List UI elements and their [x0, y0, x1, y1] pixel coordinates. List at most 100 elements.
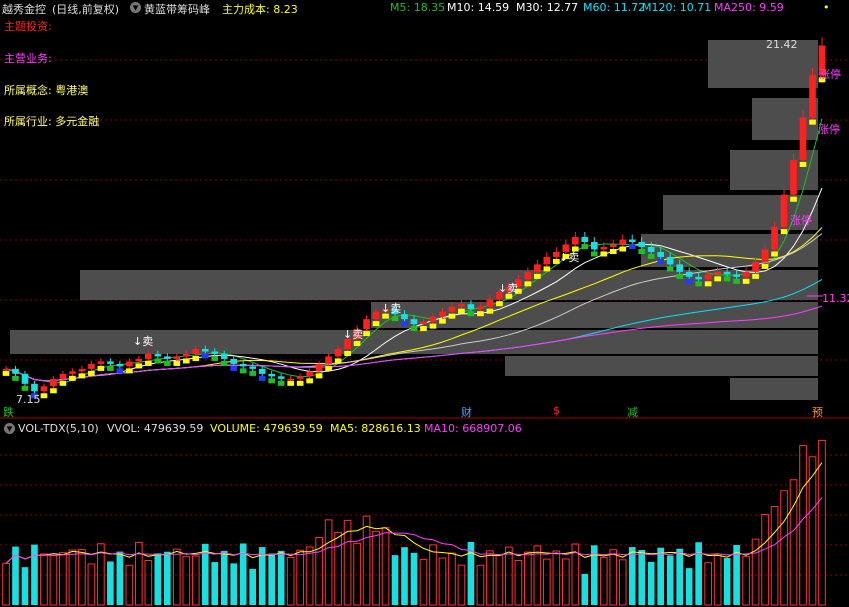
trend-band-segment	[145, 360, 152, 366]
candle-body	[59, 373, 67, 379]
candle-body	[628, 239, 636, 243]
volume-bar	[476, 564, 485, 606]
candle-body	[619, 239, 627, 245]
candle-body	[249, 366, 257, 369]
chip-peaks	[10, 40, 818, 400]
event-marker-dollar[interactable]: $	[553, 404, 560, 417]
trend-band-segment	[306, 378, 313, 384]
candle-body	[714, 271, 721, 275]
candle-body	[581, 237, 589, 243]
trend-band-segment	[458, 308, 465, 314]
main-business-label[interactable]: 主营业务:	[4, 50, 52, 66]
volume-bar	[552, 550, 561, 606]
trend-band-segment	[685, 278, 693, 284]
volume-bar	[685, 568, 693, 605]
event-marker-reduce[interactable]: 减	[627, 404, 638, 420]
trend-band-segment	[116, 368, 124, 374]
trend-band-segment	[609, 248, 617, 254]
volume-bar	[286, 556, 295, 606]
volume-bar	[2, 562, 10, 606]
candle-body	[647, 246, 655, 252]
candle-body	[676, 264, 683, 272]
sell-signal: ↓卖	[133, 335, 154, 348]
trend-band-segment	[401, 321, 408, 327]
candle-body	[477, 306, 484, 310]
trend-band-segment	[211, 355, 219, 361]
candle-body	[372, 311, 380, 320]
volume-settings-icon[interactable]: ▾	[4, 423, 15, 434]
trend-band-segment	[429, 323, 437, 329]
trend-band-segment	[742, 278, 750, 284]
trend-band-segment	[543, 266, 551, 272]
trend-band-segment	[676, 273, 683, 279]
volume-bar	[277, 550, 285, 605]
trend-band-segment	[268, 378, 275, 384]
theme-investment-label[interactable]: 主题投资:	[4, 18, 52, 34]
candle-body	[88, 363, 95, 369]
trend-band-segment	[790, 196, 797, 202]
trend-band-segment	[97, 365, 105, 371]
event-marker-forecast[interactable]: 预	[812, 404, 823, 420]
event-marker-finance[interactable]: 财	[461, 404, 472, 420]
volume-bar	[742, 556, 750, 606]
candle-body	[325, 356, 332, 364]
volume-bar	[789, 479, 798, 606]
candle-body	[401, 314, 408, 320]
trend-band-segment	[714, 276, 721, 282]
trend-band-segment	[590, 251, 598, 257]
trend-band-segment	[88, 370, 95, 376]
trend-band-segment	[287, 380, 294, 386]
trend-band-segment	[723, 276, 731, 282]
candle-body	[334, 348, 342, 357]
candle-body	[439, 311, 446, 317]
candle-body	[410, 319, 418, 325]
trend-band-segment	[695, 281, 702, 287]
trend-band-segment	[277, 380, 285, 386]
volume-indicator-name[interactable]: VOL-TDX(5,10)	[18, 422, 99, 435]
volume-bar	[59, 552, 67, 606]
volume-bar	[268, 553, 275, 605]
candle-body	[733, 274, 740, 277]
volume-bar	[182, 556, 191, 606]
trend-band-segment	[752, 273, 759, 279]
trend-band-segment	[410, 326, 418, 332]
volume-bar	[666, 555, 674, 605]
trend-band-segment	[467, 311, 475, 317]
trend-band-segment	[325, 365, 332, 371]
trend-band-segment	[239, 368, 247, 374]
trend-band-segment	[581, 244, 589, 250]
candle-body	[666, 256, 674, 265]
trend-band-segment	[182, 358, 190, 364]
volume-bar	[68, 549, 77, 606]
volume-bar	[305, 546, 314, 606]
candle-body	[448, 306, 456, 312]
sell-signal: ↓卖	[343, 328, 364, 341]
candle-body	[182, 353, 190, 357]
candle-body	[230, 358, 238, 364]
candle-body	[126, 361, 133, 367]
volume-bar	[618, 559, 627, 606]
volume-bar	[713, 553, 722, 606]
sell-signal: ↓卖	[498, 282, 519, 295]
candle-body	[145, 353, 152, 359]
volume-bar	[391, 555, 399, 605]
volume-bar	[163, 551, 171, 605]
volume-bar	[695, 542, 702, 605]
volume-bar	[410, 552, 418, 605]
candle-body	[40, 386, 48, 392]
volume-bar	[211, 562, 219, 605]
volume-bar	[419, 558, 428, 606]
candle-body	[268, 373, 275, 377]
volume-bar	[524, 551, 532, 606]
trend-band-segment	[78, 373, 86, 379]
candle-body	[287, 378, 294, 381]
trend-band-segment	[315, 373, 323, 379]
trend-band-segment	[59, 380, 67, 386]
event-marker-down[interactable]: 跌	[3, 404, 14, 420]
trend-band-segment	[780, 229, 788, 235]
volume-bar	[448, 552, 456, 606]
chart-canvas[interactable]	[0, 0, 849, 607]
limit-up-label: 涨停	[819, 68, 841, 81]
volume-value: VOLUME: 479639.59	[210, 422, 323, 435]
volume-bar	[543, 558, 551, 606]
